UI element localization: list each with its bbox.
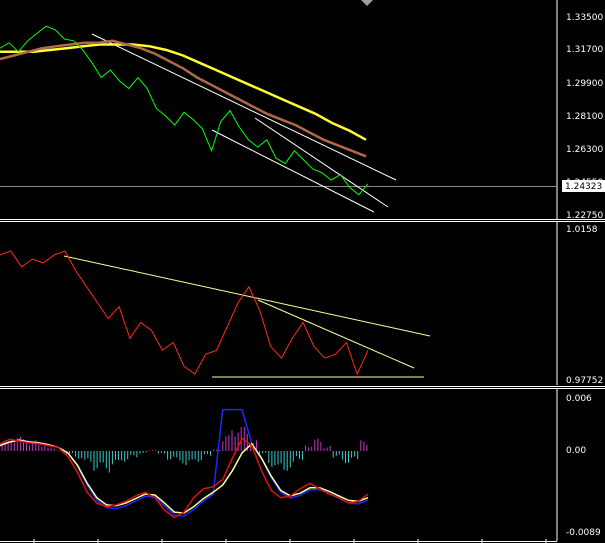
osc-trend-upper [63, 255, 431, 337]
macd-tick: 0.00 [566, 446, 586, 456]
oscillator-line [0, 250, 369, 376]
osc-tick: 0.97752 [566, 376, 603, 386]
price-tick: 1.31700 [566, 45, 603, 55]
price-line [0, 25, 369, 196]
macd-histogram [1, 426, 368, 473]
oscillator-axis: 1.0158 0.97752 [566, 225, 603, 386]
macd-axis: 0.006 0.00 -0.0089 [566, 394, 601, 538]
trend-line-lower [211, 129, 375, 213]
trend-line-upper [91, 33, 397, 181]
macd-pane [0, 408, 369, 519]
price-tick: 1.22750 [566, 211, 603, 221]
price-tick: 1.28100 [566, 112, 603, 122]
blue-line [0, 408, 369, 517]
slow-moving-average [0, 43, 367, 141]
current-price-text: 1.24323 [565, 182, 602, 192]
chart-canvas[interactable]: 1.33500 1.31700 1.29900 1.28100 1.26300 … [0, 0, 605, 543]
price-tick: 1.33500 [566, 13, 603, 23]
signal-line [0, 439, 369, 514]
trend-line-mid [254, 117, 389, 208]
price-axis: 1.33500 1.31700 1.29900 1.28100 1.26300 … [562, 13, 605, 221]
price-pane [0, 25, 557, 213]
chart-shift-icon[interactable] [361, 0, 373, 6]
macd-tick: 0.006 [566, 394, 592, 404]
macd-line [0, 437, 369, 519]
price-tick: 1.29900 [566, 79, 603, 89]
macd-tick: -0.0089 [566, 528, 601, 538]
oscillator-pane [0, 250, 431, 378]
osc-tick: 1.0158 [566, 225, 598, 235]
price-tick: 1.26300 [566, 145, 603, 155]
